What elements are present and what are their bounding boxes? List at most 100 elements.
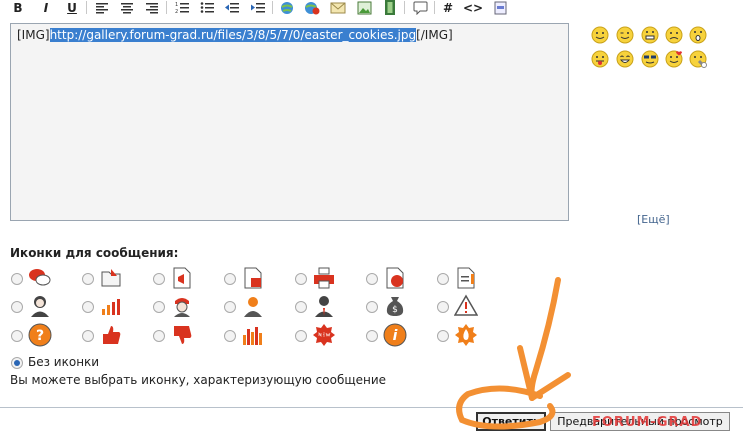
post-icon-radio[interactable] — [153, 301, 165, 313]
numbered-list-button[interactable]: 12 — [172, 0, 192, 15]
code-label: <> — [462, 0, 484, 15]
insert-video-button[interactable] — [380, 0, 400, 15]
align-center-button[interactable] — [117, 0, 137, 15]
post-icon-radio[interactable] — [224, 330, 236, 342]
money-bag-icon: $ — [386, 297, 404, 316]
thumbs-down-icon — [174, 326, 192, 344]
folder-arrow-icon — [101, 269, 121, 287]
sad-icon[interactable] — [665, 26, 683, 44]
post-icon-radio[interactable] — [366, 273, 378, 285]
php-file-icon — [494, 1, 506, 14]
italic-label: I — [43, 0, 49, 15]
user-woman-icon — [31, 296, 49, 317]
code-button[interactable]: <> — [463, 0, 483, 15]
post-icon-radio[interactable] — [224, 273, 236, 285]
align-center-icon — [121, 2, 133, 13]
bold-button[interactable]: B — [8, 0, 28, 15]
love-icon[interactable] — [665, 50, 683, 68]
new-badge-icon — [313, 324, 335, 346]
insert-quote-button[interactable] — [410, 0, 430, 15]
nurse-icon — [174, 298, 190, 317]
post-icon-hint: Вы можете выбрать иконку, характеризующу… — [10, 373, 387, 387]
toolbar-separator — [166, 1, 167, 14]
svg-text:2: 2 — [175, 9, 178, 14]
envelope-icon — [330, 2, 346, 13]
underline-button[interactable]: U — [62, 0, 82, 15]
img-close-tag: [/IMG] — [416, 28, 453, 42]
hash-label: # — [442, 0, 454, 15]
save-document-icon — [244, 267, 262, 289]
align-right-icon — [146, 2, 158, 13]
post-icon-radio[interactable] — [295, 301, 307, 313]
speech-bubble-icon — [413, 1, 427, 15]
insert-image-button[interactable] — [354, 0, 374, 15]
globe-unlink-icon — [305, 1, 320, 14]
post-icon-radio[interactable] — [11, 301, 23, 313]
surprised-icon[interactable] — [689, 26, 707, 44]
laugh-icon[interactable] — [616, 50, 634, 68]
align-left-icon — [96, 2, 108, 13]
thumbs-up-icon — [103, 326, 121, 344]
message-textarea[interactable]: [IMG]http://gallery.forum-grad.ru/files/… — [10, 23, 569, 221]
grin-icon[interactable] — [641, 26, 659, 44]
bye-wave-icon[interactable] — [689, 50, 707, 68]
italic-button[interactable]: I — [36, 0, 56, 15]
align-right-button[interactable] — [142, 0, 162, 15]
post-icon-radio[interactable] — [224, 301, 236, 313]
printer-icon — [314, 267, 334, 289]
section-divider — [0, 407, 743, 408]
chat-bubbles-icon — [29, 269, 51, 286]
numbered-list-icon: 12 — [175, 2, 189, 14]
post-icon-radio[interactable] — [11, 273, 23, 285]
post-icon-radio[interactable] — [11, 330, 23, 342]
insert-link-button[interactable] — [277, 0, 297, 15]
outdent-button[interactable] — [222, 0, 242, 15]
toolbar-separator — [434, 1, 435, 14]
cool-sunglasses-icon[interactable] — [641, 50, 659, 68]
post-icon-radio[interactable] — [153, 273, 165, 285]
post-icon-radio[interactable] — [366, 330, 378, 342]
no-icon-radio[interactable] — [11, 357, 23, 369]
indent-icon — [251, 3, 265, 13]
user-profile-icon — [244, 297, 262, 317]
wink-icon[interactable] — [616, 26, 634, 44]
outdent-icon — [225, 3, 239, 13]
post-icon-radio[interactable] — [82, 301, 94, 313]
hash-button[interactable]: # — [438, 0, 458, 15]
bar-chart-icon — [102, 299, 120, 315]
announce-document-icon — [173, 267, 191, 289]
smile-icon[interactable] — [591, 26, 609, 44]
remove-link-button[interactable] — [302, 0, 322, 15]
image-icon — [357, 1, 371, 14]
tongue-icon[interactable] — [591, 50, 609, 68]
toolbar-separator — [404, 1, 405, 14]
post-icon-radio[interactable] — [366, 301, 378, 313]
post-icon-radio[interactable] — [295, 273, 307, 285]
svg-text:?: ? — [36, 328, 44, 344]
post-icon-radio[interactable] — [82, 273, 94, 285]
indent-button[interactable] — [248, 0, 268, 15]
bullet-list-button[interactable] — [197, 0, 217, 15]
globe-link-icon — [281, 1, 293, 14]
toolbar-separator — [86, 1, 87, 14]
post-icon-radio[interactable] — [82, 330, 94, 342]
bullet-list-icon — [200, 2, 214, 13]
watermark-text: FORUM-GRAD — [592, 415, 703, 430]
bold-label: B — [13, 0, 23, 15]
align-left-button[interactable] — [92, 0, 112, 15]
insert-email-button[interactable] — [328, 0, 348, 15]
editor-toolbar: B I U 12 # <> — [0, 0, 743, 17]
more-smilies-link[interactable]: Ещё — [641, 213, 665, 226]
edit-document-icon — [386, 267, 404, 289]
underline-label: U — [67, 0, 77, 15]
more-smilies: [Ещё] — [637, 213, 670, 226]
svg-text:$: $ — [392, 305, 398, 315]
no-icon-label: Без иконки — [28, 355, 100, 369]
more-bracket-close: ] — [665, 213, 670, 226]
post-icon-radio[interactable] — [295, 330, 307, 342]
hand-drawn-arrow-annotation — [456, 277, 571, 430]
info-icon: i — [383, 323, 407, 347]
php-code-button[interactable] — [490, 0, 510, 15]
post-icon-radio[interactable] — [153, 330, 165, 342]
toolbar-separator — [272, 1, 273, 14]
